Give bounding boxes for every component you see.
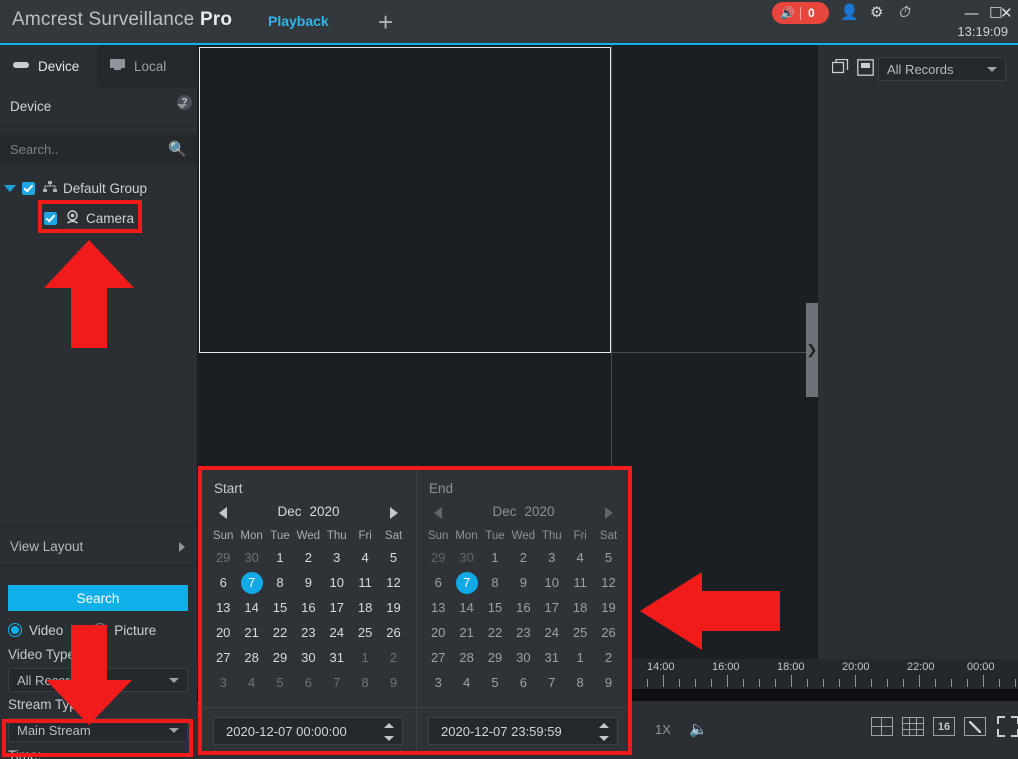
app-title-light: Amcrest Surveillance (12, 9, 200, 30)
close-button[interactable]: ✕ (1000, 5, 1013, 21)
clock: 13:19:09 (957, 24, 1008, 39)
alarm-divider (800, 7, 801, 20)
panel-collapse-handle[interactable]: ❯ (806, 303, 818, 397)
timeline-tick (695, 679, 696, 687)
sidebar-tabs: Device Local (0, 45, 197, 87)
group-icon (43, 181, 57, 196)
timeline-tick (871, 679, 872, 687)
record-filter-dropdown[interactable]: All Records (878, 57, 1006, 81)
view-layout-label: View Layout (10, 539, 83, 554)
timeline-tick (887, 679, 888, 687)
timeline-label: 22:00 (907, 661, 935, 673)
app-title: Amcrest Surveillance Pro (12, 9, 232, 31)
timeline-label: 20:00 (842, 661, 870, 673)
speed-label[interactable]: 1X (655, 722, 671, 737)
device-selector[interactable]: Device (0, 87, 197, 127)
timeline-label: 00:00 (967, 661, 995, 673)
timeline-tick (711, 679, 712, 687)
fullscreen-icon[interactable] (997, 716, 1018, 737)
gauge-icon[interactable]: ⏱ (898, 5, 910, 21)
chevron-down-icon (177, 104, 187, 109)
annotation-arrow-up (44, 240, 134, 348)
timeline-tick (823, 679, 824, 687)
record-filter-value: All Records (887, 62, 953, 77)
video-cell-1[interactable] (199, 47, 611, 353)
volume-icon[interactable]: 🔈 (689, 720, 708, 738)
timeline-tick (951, 679, 952, 687)
alarm-count: 0 (808, 6, 815, 20)
grid-4-icon[interactable] (871, 717, 893, 736)
timeline-tick (903, 679, 904, 687)
tab-local-label: Local (134, 59, 166, 74)
calendar-start-day-selected[interactable]: 7 (237, 570, 265, 595)
expand-triangle-icon[interactable] (4, 185, 16, 192)
tab-playback[interactable]: Playback (268, 13, 329, 29)
tab-device[interactable]: Device (0, 45, 97, 87)
timeline-label: 16:00 (712, 661, 740, 673)
timeline-tick (839, 679, 840, 687)
device-icon (12, 59, 30, 74)
title-bar: Amcrest Surveillance Pro Playback + 🔊 0 … (0, 0, 1018, 45)
timeline-label: 18:00 (777, 661, 805, 673)
timeline-tick (791, 675, 792, 687)
search-input[interactable] (10, 142, 160, 157)
app-title-bold: Pro (200, 9, 232, 30)
grid-9-icon[interactable] (902, 717, 924, 736)
minimize-button[interactable]: — (964, 5, 979, 21)
new-tab-button[interactable]: + (378, 10, 393, 34)
timeline-tick (999, 679, 1000, 687)
chevron-down-icon (169, 678, 179, 683)
view-layout-row[interactable]: View Layout (0, 526, 197, 566)
pen-icon[interactable] (964, 717, 986, 736)
timeline-tick (679, 679, 680, 687)
calendar-end-day-selected[interactable]: 7 (452, 570, 480, 595)
timeline-tick (743, 679, 744, 687)
timeline-tick (663, 675, 664, 687)
chevron-right-icon (179, 542, 185, 552)
timeline-tick (855, 675, 856, 687)
gear-icon[interactable]: ⚙ (870, 5, 883, 21)
timeline-tick (967, 679, 968, 687)
user-icon[interactable]: 👤 (840, 5, 859, 21)
device-selector-label: Device (10, 99, 51, 114)
app-window: Amcrest Surveillance Pro Playback + 🔊 0 … (0, 0, 1018, 759)
monitor-icon (109, 58, 126, 74)
tree-node-label: Default Group (63, 181, 147, 196)
alarm-indicator[interactable]: 🔊 0 (772, 2, 829, 24)
tab-local[interactable]: Local (97, 45, 197, 87)
grid-16-icon[interactable]: 16 (933, 717, 955, 736)
radio-video-dot (8, 623, 22, 637)
grid-divider-h (611, 352, 818, 353)
timeline-tick (1015, 679, 1016, 687)
save-icon[interactable] (857, 59, 874, 81)
chevron-down-icon (987, 67, 997, 72)
speaker-icon: 🔊 (780, 7, 795, 19)
right-panel: All Records (818, 45, 1018, 659)
timeline-tick (983, 675, 984, 687)
timeline-tick (727, 675, 728, 687)
timeline-tick (775, 679, 776, 687)
timeline-tick (919, 675, 920, 687)
search-box[interactable]: 🔍 (0, 133, 197, 165)
tab-device-label: Device (38, 59, 79, 74)
group-checkbox[interactable] (22, 182, 35, 195)
timeline-tick (759, 679, 760, 687)
timeline-tick (647, 679, 648, 687)
search-icon[interactable]: 🔍 (168, 140, 187, 158)
right-panel-toolbar: All Records (818, 53, 1018, 87)
windows-icon[interactable] (832, 59, 849, 81)
annotation-arrow-left (640, 572, 780, 650)
tree-node-default-group[interactable]: Default Group (0, 173, 197, 203)
timeline-tick (935, 679, 936, 687)
timeline-tick (807, 679, 808, 687)
search-button[interactable]: Search (8, 585, 188, 611)
timeline-label: 14:00 (647, 661, 675, 673)
annotation-box-camera (38, 200, 142, 233)
annotation-box-calendar (198, 466, 632, 755)
annotation-arrow-down (46, 625, 132, 725)
